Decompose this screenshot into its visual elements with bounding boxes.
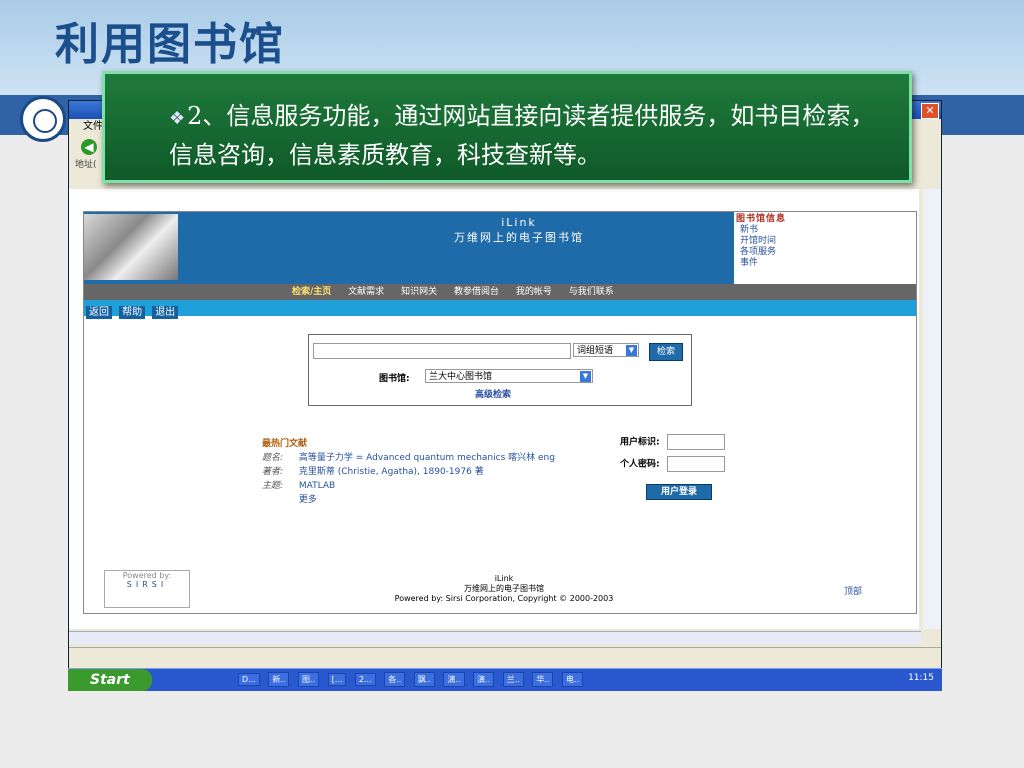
status-bar	[69, 647, 941, 666]
search-button[interactable]: 检索	[649, 343, 683, 361]
library-info-head: 图书馆信息	[736, 214, 787, 224]
list-item: 著者: 克里斯蒂 (Christie, Agatha), 1890-1976 著	[262, 465, 555, 479]
tab-reserves[interactable]: 教参借阅台	[454, 287, 499, 297]
task-item[interactable]: 2...	[354, 673, 376, 686]
tab-contact[interactable]: 与我们联系	[569, 287, 614, 297]
task-item[interactable]: 演..	[443, 672, 465, 687]
tab-gateway[interactable]: 知识网关	[401, 287, 437, 297]
search-type-select[interactable]: 词组短语 ▼	[573, 343, 639, 357]
list-item: 主题: MATLAB	[262, 479, 555, 493]
field-label: 主题:	[262, 481, 284, 491]
university-logo-icon	[20, 96, 66, 142]
sirsi-logo: Powered by: SIRSI	[104, 570, 190, 608]
close-icon[interactable]: ✕	[921, 103, 939, 119]
task-item[interactable]: 各..	[384, 672, 406, 687]
more-row: 更多	[262, 493, 555, 507]
login-button[interactable]: 用户登录	[646, 484, 712, 500]
help-button[interactable]: 帮助	[119, 306, 146, 319]
task-item[interactable]: 兰..	[502, 672, 524, 687]
info-link-new-books[interactable]: 新书	[736, 225, 916, 236]
library-select[interactable]: 兰大中心图书馆 ▼	[425, 369, 593, 383]
vertical-scrollbar[interactable]	[923, 189, 941, 629]
field-link[interactable]: 克里斯蒂 (Christie, Agatha), 1890-1976 著	[299, 467, 484, 477]
slide-title: 利用图书馆	[55, 19, 285, 70]
slide-body-text: 2、信息服务功能，通过网站直接向读者提供服务，如书目检索，信息咨询，信息素质教育…	[169, 102, 875, 169]
top-link[interactable]: 顶部	[844, 584, 862, 597]
search-panel: 词组短语 ▼ 检索 图书馆: 兰大中心图书馆 ▼ 高级检索	[308, 334, 692, 406]
start-button[interactable]: Start	[68, 669, 152, 691]
library-select-value: 兰大中心图书馆	[429, 372, 493, 382]
sirsi-label: SIRSI	[126, 580, 168, 589]
chevron-down-icon[interactable]: ▼	[580, 371, 591, 382]
task-item[interactable]: D...	[238, 673, 260, 686]
banner-title-line1: iLink	[501, 216, 537, 229]
user-id-label: 用户标识:	[620, 437, 660, 448]
more-link[interactable]: 更多	[299, 495, 317, 505]
pin-label: 个人密码:	[620, 459, 660, 470]
task-item[interactable]: [...	[327, 673, 347, 686]
task-item[interactable]: 飘..	[413, 672, 435, 687]
login-panel: 用户标识: 个人密码: 用户登录	[620, 434, 725, 500]
task-item[interactable]: 图..	[297, 672, 320, 687]
book-image	[84, 214, 178, 280]
footer-line1: iLink	[494, 574, 514, 583]
info-link-services[interactable]: 各项服务	[736, 247, 916, 258]
task-item[interactable]: 新..	[268, 672, 290, 687]
user-id-input[interactable]	[666, 434, 725, 450]
clock: 11:15	[908, 673, 934, 683]
footer-line2: 万维网上的电子图书馆	[464, 584, 544, 593]
search-type-value: 词组短语	[577, 346, 614, 356]
exit-button[interactable]: 退出	[152, 306, 179, 319]
slide-text-box: ❖2、信息服务功能，通过网站直接向读者提供服务，如书目检索，信息咨询，信息素质教…	[102, 71, 912, 183]
nav-tabs: 检索/主页 文献需求 知识网关 教参借阅台 我的帐号 与我们联系	[84, 284, 916, 300]
banner-title-line2: 万维网上的电子图书馆	[454, 231, 584, 244]
back-arrow-icon[interactable]: ◀	[81, 139, 97, 155]
field-label: 题名:	[262, 453, 284, 463]
info-link-hours[interactable]: 开馆时间	[736, 236, 916, 247]
back-button[interactable]: 返回	[86, 306, 112, 319]
field-label: 著者:	[262, 467, 284, 477]
task-list: D... 新.. 图.. [... 2... 各.. 飘.. 演.. 演.. 兰…	[238, 672, 589, 687]
task-item[interactable]: 华..	[532, 672, 554, 687]
bullet-icon: ❖	[169, 108, 186, 129]
banner-title: iLink 万维网上的电子图书馆	[454, 216, 584, 245]
task-item[interactable]: 演..	[473, 672, 495, 687]
list-item: 题名: 高等量子力学 = Advanced quantum mechanics …	[262, 451, 555, 465]
powered-by-label: Powered by:	[122, 571, 172, 580]
tab-my-account[interactable]: 我的帐号	[516, 287, 552, 297]
banner: iLink 万维网上的电子图书馆	[84, 212, 734, 284]
search-input[interactable]	[313, 343, 571, 359]
tab-requests[interactable]: 文献需求	[348, 287, 384, 297]
horizontal-scrollbar[interactable]	[69, 631, 921, 644]
slide-body: ❖2、信息服务功能，通过网站直接向读者提供服务，如书目检索，信息咨询，信息素质教…	[169, 98, 889, 173]
advanced-search-link[interactable]: 高级检索	[475, 387, 511, 400]
field-link[interactable]: MATLAB	[299, 481, 335, 491]
pin-input[interactable]	[666, 456, 725, 472]
web-content: iLink 万维网上的电子图书馆 图书馆信息 新书 开馆时间 各项服务 事件 检…	[69, 189, 919, 629]
chevron-down-icon[interactable]: ▼	[626, 345, 637, 356]
task-item[interactable]: 电..	[562, 672, 584, 687]
hot-documents-head: 最热门文献	[262, 439, 308, 449]
browser-window: ✕ 文件 ◀ 地址( iLink 万维网上的电子图书馆 图书馆信息 新书 开馆时…	[68, 100, 942, 690]
tab-search-home[interactable]: 检索/主页	[292, 287, 331, 297]
field-link[interactable]: 高等量子力学 = Advanced quantum mechanics 喀兴林 …	[299, 453, 555, 463]
action-buttons: 返回 帮助 退出	[84, 300, 916, 319]
footer-line3: Powered by: Sirsi Corporation, Copyright…	[394, 594, 614, 603]
ilink-page: iLink 万维网上的电子图书馆 图书馆信息 新书 开馆时间 各项服务 事件 检…	[83, 211, 917, 614]
library-info: 图书馆信息 新书 开馆时间 各项服务 事件	[736, 214, 916, 269]
hot-documents: 最热门文献 题名: 高等量子力学 = Advanced quantum mech…	[262, 437, 555, 507]
library-label: 图书馆:	[379, 374, 410, 384]
info-link-events[interactable]: 事件	[736, 258, 916, 269]
taskbar: Start D... 新.. 图.. [... 2... 各.. 飘.. 演..…	[68, 668, 942, 691]
footer-text: iLink 万维网上的电子图书馆 Powered by: Sirsi Corpo…	[364, 574, 644, 604]
